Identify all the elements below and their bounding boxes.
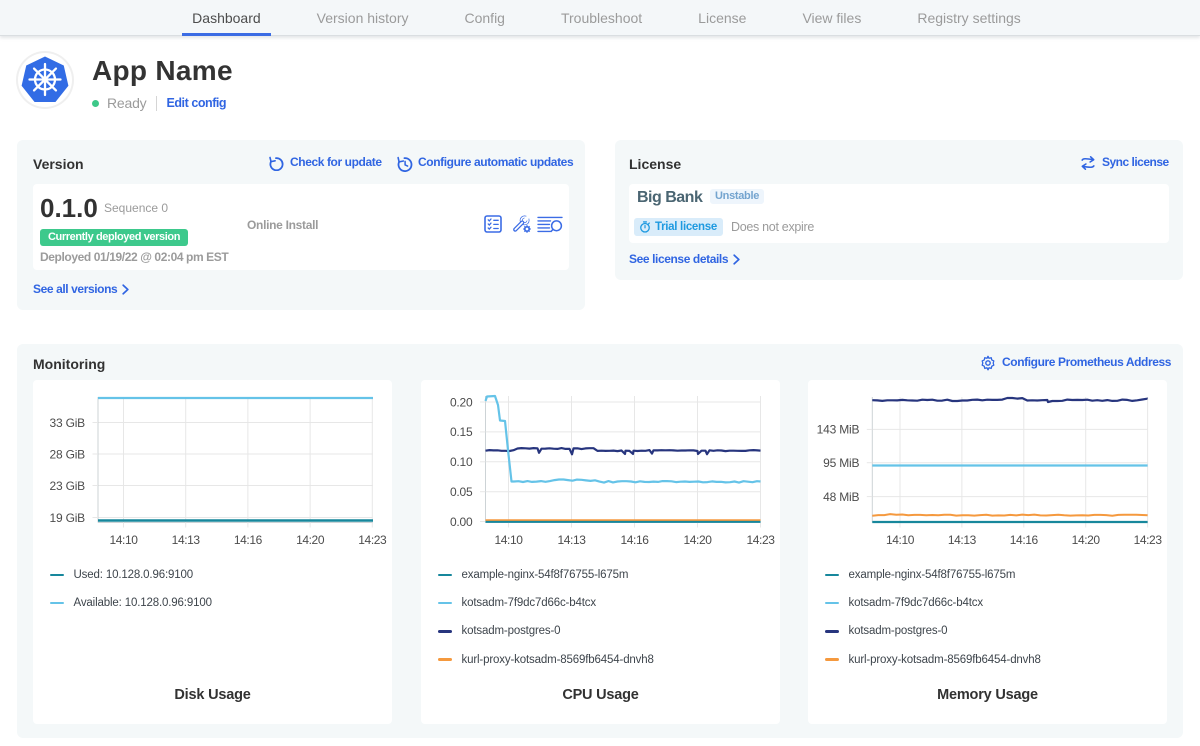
svg-text:0.10: 0.10 — [450, 455, 473, 469]
svg-text:0.20: 0.20 — [450, 395, 473, 409]
svg-text:28 GiB: 28 GiB — [50, 447, 86, 461]
svg-text:14:16: 14:16 — [234, 533, 263, 546]
svg-text:0.00: 0.00 — [450, 515, 473, 529]
svg-text:95 MiB: 95 MiB — [823, 456, 859, 470]
svg-text:14:23: 14:23 — [358, 533, 387, 546]
svg-text:23 GiB: 23 GiB — [50, 479, 86, 493]
svg-text:14:23: 14:23 — [746, 533, 775, 546]
svg-text:14:13: 14:13 — [557, 533, 586, 546]
svg-text:14:16: 14:16 — [1010, 533, 1039, 546]
svg-text:14:20: 14:20 — [296, 533, 325, 546]
svg-text:14:13: 14:13 — [172, 533, 201, 546]
svg-text:33 GiB: 33 GiB — [50, 416, 86, 430]
svg-text:14:10: 14:10 — [494, 533, 523, 546]
svg-text:14:10: 14:10 — [109, 533, 138, 546]
svg-text:14:20: 14:20 — [1072, 533, 1101, 546]
svg-text:143 MiB: 143 MiB — [817, 423, 860, 437]
svg-text:0.15: 0.15 — [450, 425, 473, 439]
svg-text:14:20: 14:20 — [683, 533, 712, 546]
svg-text:14:16: 14:16 — [620, 533, 649, 546]
svg-text:14:23: 14:23 — [1134, 533, 1163, 546]
svg-text:14:10: 14:10 — [886, 533, 915, 546]
svg-text:14:13: 14:13 — [948, 533, 977, 546]
svg-text:19 GiB: 19 GiB — [50, 511, 86, 525]
svg-text:0.05: 0.05 — [450, 485, 473, 499]
svg-text:48 MiB: 48 MiB — [823, 490, 859, 504]
